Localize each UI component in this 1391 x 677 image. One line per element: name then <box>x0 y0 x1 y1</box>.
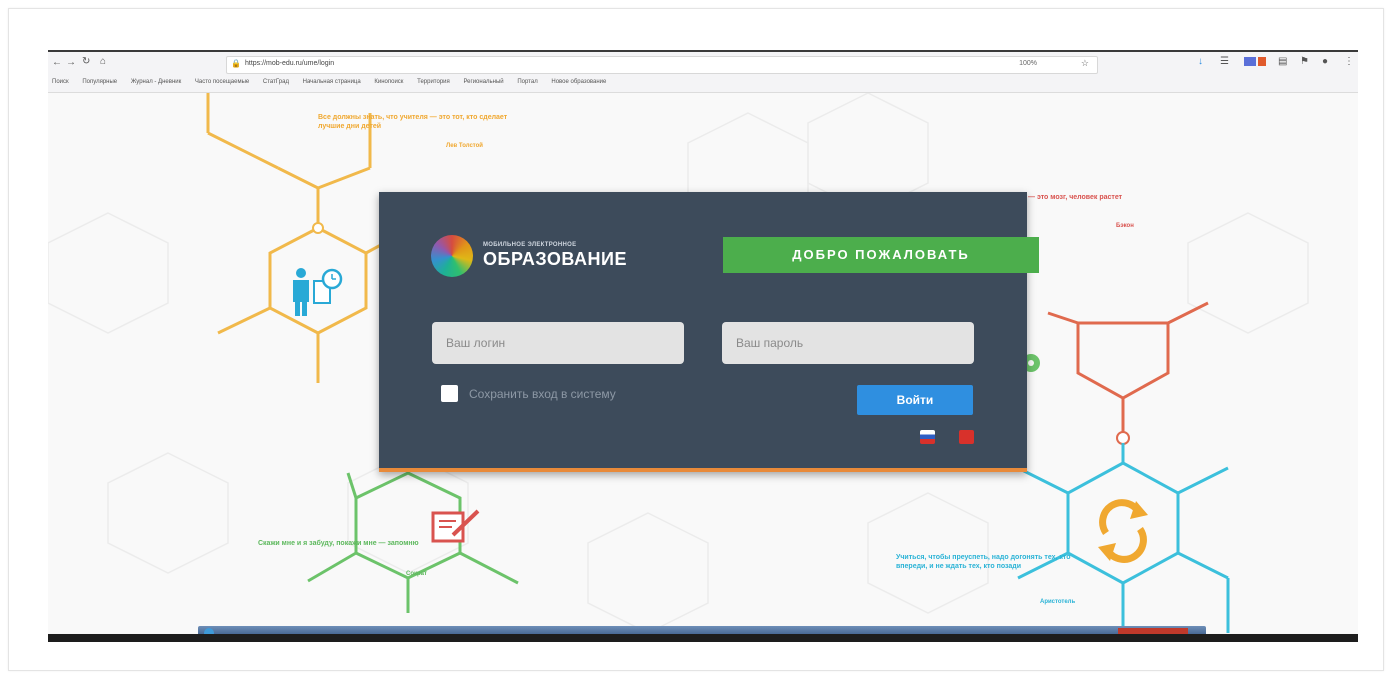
bookmark-item[interactable]: Кинопоиск <box>374 79 403 85</box>
url-text: https://mob-edu.ru/ume/login <box>245 60 335 67</box>
quote-bottom-right: Учиться, чтобы преуспеть, надо догонять … <box>896 554 1071 570</box>
quote-author: Лев Толстой <box>446 143 483 149</box>
remember-label: Сохранить вход в систему <box>469 387 616 401</box>
language-flag-icon[interactable] <box>959 430 974 444</box>
quote-top-right: — это мозг, человек растет <box>1028 194 1123 201</box>
sidebar-icon[interactable]: ▤ <box>1278 56 1287 67</box>
lock-icon: 🔒 <box>231 59 241 68</box>
red-hex-branch <box>1047 301 1209 438</box>
home-icon[interactable]: ⌂ <box>100 56 106 67</box>
download-icon[interactable]: ↓ <box>1198 56 1203 67</box>
bookmark-item[interactable]: Региональный <box>463 79 503 85</box>
extension-icon[interactable] <box>1244 57 1256 66</box>
logo-subtitle: МОБИЛЬНОЕ ЭЛЕКТРОННОЕ <box>483 242 577 248</box>
forward-icon[interactable]: → <box>66 57 76 68</box>
orange-hex-branch <box>206 93 389 383</box>
account-icon[interactable]: ● <box>1322 56 1328 67</box>
bookmark-icon[interactable]: ⚑ <box>1300 56 1309 67</box>
bookmark-item[interactable]: Территория <box>417 79 450 85</box>
bookmarks-bar: Поиск Популярные Журнал - Дневник Часто … <box>48 74 1358 93</box>
zoom-level[interactable]: 100% <box>1019 60 1037 67</box>
quote-bottom-left: Скажи мне и я забуду, покажи мне — запом… <box>258 540 419 547</box>
quote-top-left: Все должны знать, что учителя — это тот,… <box>318 114 508 130</box>
bookmark-item[interactable]: Начальная страница <box>303 79 361 85</box>
browser-toolbar: ← → ↻ ⌂ 🔒 https://mob-edu.ru/ume/login 1… <box>48 50 1358 76</box>
menu-icon[interactable]: ⋮ <box>1344 56 1354 67</box>
teacher-icon <box>293 268 343 316</box>
red-node <box>1116 431 1130 445</box>
quote-author: Сократ <box>406 571 427 577</box>
login-panel: МОБИЛЬНОЕ ЭЛЕКТРОННОЕ ОБРАЗОВАНИЕ ДОБРО … <box>379 192 1039 472</box>
bookmark-item[interactable]: Поиск <box>52 79 69 85</box>
logo-icon <box>431 235 473 277</box>
quote-author: Аристотель <box>1040 599 1076 605</box>
library-icon[interactable]: ☰ <box>1220 56 1229 67</box>
bookmark-item[interactable]: Журнал - Дневник <box>131 79 181 85</box>
welcome-banner: ДОБРО ПОЖАЛОВАТЬ <box>723 237 1039 273</box>
extension-icon[interactable] <box>1258 57 1266 66</box>
login-input[interactable] <box>432 322 684 364</box>
refresh-icon <box>1098 499 1148 563</box>
remember-checkbox[interactable] <box>441 385 458 402</box>
bookmark-item[interactable]: Портал <box>517 79 537 85</box>
password-input[interactable] <box>722 322 974 364</box>
bookmark-item[interactable]: Популярные <box>82 79 117 85</box>
logo-title: ОБРАЗОВАНИЕ <box>483 249 627 269</box>
address-bar[interactable]: 🔒 https://mob-edu.ru/ume/login 100% ☆ <box>226 56 1098 74</box>
bookmark-item[interactable]: Часто посещаемые <box>195 79 249 85</box>
bottom-bar <box>48 634 1358 642</box>
star-icon[interactable]: ☆ <box>1081 58 1089 69</box>
bookmark-item[interactable]: СтатГрад <box>263 79 289 85</box>
back-icon[interactable]: ← <box>52 57 62 68</box>
russian-flag-icon[interactable] <box>920 430 935 444</box>
orange-node <box>312 222 324 234</box>
document-edit-icon <box>431 509 480 543</box>
reload-icon[interactable]: ↻ <box>82 56 90 67</box>
login-button[interactable]: Войти <box>857 385 973 415</box>
bookmark-item[interactable]: Новое образование <box>551 79 606 85</box>
quote-author: Бэкон <box>1116 223 1134 229</box>
